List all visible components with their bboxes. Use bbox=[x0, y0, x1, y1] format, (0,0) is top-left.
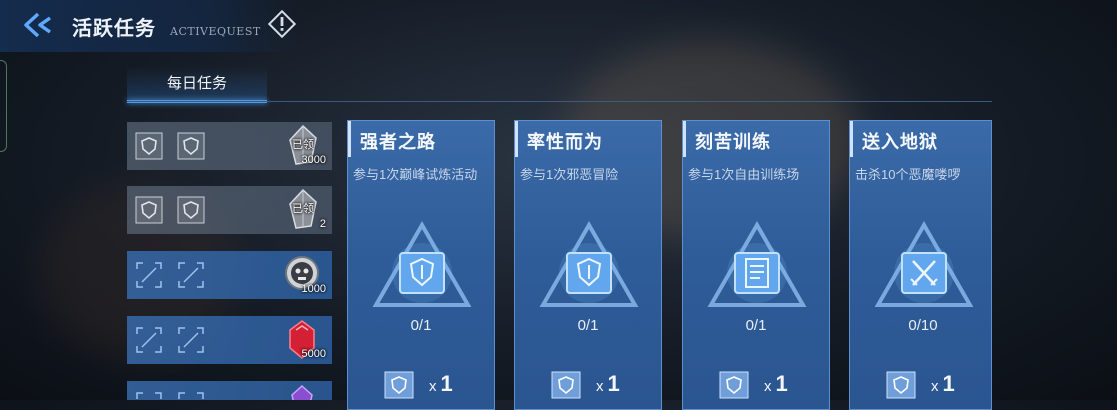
activity-reward-row[interactable]: 已领 3000 bbox=[127, 122, 332, 170]
reward-claimed-label: 已领 bbox=[292, 139, 314, 151]
quest-progress: 0/10 bbox=[908, 317, 938, 334]
shield-slot-icon bbox=[177, 196, 205, 224]
info-diamond-icon[interactable] bbox=[268, 10, 296, 38]
shield-slot-icon bbox=[886, 371, 916, 399]
side-drawer-handle[interactable] bbox=[0, 60, 7, 152]
quest-reward-count: x1 bbox=[764, 371, 788, 396]
back-arrow-icon[interactable] bbox=[20, 10, 54, 40]
quest-progress: 0/1 bbox=[577, 317, 599, 334]
purple-gem-icon bbox=[291, 384, 313, 400]
activity-reward-row[interactable]: 5000 bbox=[127, 316, 332, 364]
shield-slot-icon bbox=[719, 371, 749, 399]
empty-slot-icon bbox=[178, 262, 204, 288]
quest-description: 参与1次自由训练场 bbox=[688, 167, 800, 182]
shield-emblem-icon bbox=[372, 220, 472, 307]
page-subtitle: ACTIVEQUEST bbox=[170, 25, 261, 38]
quest-card[interactable]: 强者之路 参与1次巅峰试炼活动 0/1 x1 bbox=[347, 120, 495, 410]
quest-card[interactable]: 率性而为 参与1次邪恶冒险 0/1 x1 bbox=[514, 120, 662, 410]
scroll-emblem-icon bbox=[707, 220, 807, 307]
quest-description: 参与1次巅峰试炼活动 bbox=[353, 167, 478, 182]
activity-reward-row[interactable] bbox=[127, 381, 332, 400]
empty-slot-icon bbox=[178, 392, 204, 399]
quest-title: 刻苦训练 bbox=[695, 132, 771, 153]
header-bar: 活跃任务 ACTIVEQUEST bbox=[0, 0, 300, 52]
quest-card[interactable]: 刻苦训练 参与1次自由训练场 0/1 x1 bbox=[682, 120, 830, 410]
quest-title: 率性而为 bbox=[527, 132, 603, 153]
quest-reward-count: x1 bbox=[596, 371, 620, 396]
tab-daily-quests[interactable]: 每日任务 bbox=[127, 66, 267, 102]
empty-slot-icon bbox=[136, 262, 162, 288]
quest-card[interactable]: 送入地狱 击杀10个恶魔喽啰 0/10 x1 bbox=[849, 120, 992, 410]
tab-divider bbox=[127, 101, 992, 102]
empty-slot-icon bbox=[136, 392, 162, 399]
reward-amount: 5000 bbox=[301, 348, 326, 360]
crossed-swords-emblem-icon bbox=[874, 220, 974, 307]
quest-reward-count: x1 bbox=[931, 371, 955, 396]
reward-claimed-label: 已领 bbox=[292, 203, 314, 215]
reward-amount: 3000 bbox=[301, 154, 326, 166]
page-title: 活跃任务 bbox=[72, 16, 156, 40]
quest-title: 送入地狱 bbox=[862, 132, 938, 153]
activity-reward-row[interactable]: 1000 bbox=[127, 251, 332, 299]
shield-emblem-icon bbox=[539, 220, 639, 307]
quest-reward-count: x1 bbox=[429, 371, 453, 396]
reward-amount: 1000 bbox=[301, 283, 326, 295]
quest-progress: 0/1 bbox=[745, 317, 767, 334]
shield-slot-icon bbox=[135, 132, 163, 160]
shield-slot-icon bbox=[551, 371, 581, 399]
reward-amount: 2 bbox=[319, 218, 326, 230]
shield-slot-icon bbox=[384, 371, 414, 399]
quest-progress: 0/1 bbox=[410, 317, 432, 334]
quest-title: 强者之路 bbox=[360, 132, 436, 153]
empty-slot-icon bbox=[178, 327, 204, 353]
activity-reward-row[interactable]: 已领 2 bbox=[127, 186, 332, 234]
shield-slot-icon bbox=[135, 196, 163, 224]
shield-slot-icon bbox=[177, 132, 205, 160]
empty-slot-icon bbox=[136, 327, 162, 353]
quest-description: 击杀10个恶魔喽啰 bbox=[855, 167, 961, 182]
quest-description: 参与1次邪恶冒险 bbox=[520, 167, 619, 182]
